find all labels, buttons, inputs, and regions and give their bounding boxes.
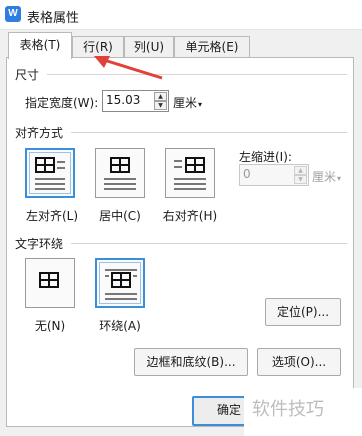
text-line [174,183,206,185]
width-label: 指定宽度(W): [25,96,99,110]
indent-unit-label: 厘米 [312,170,337,184]
tab-cell[interactable]: 单元格(E) [174,36,250,58]
position-button[interactable]: 定位(P)... [265,298,341,326]
indent-spinbox: ▲ ▼ [239,164,309,186]
align-left-option[interactable] [25,148,75,198]
width-input[interactable] [106,93,152,107]
table-wrap-icon [111,272,131,288]
align-left-label: 左对齐(L) [25,209,79,223]
alignment-section-rule [71,132,347,133]
wrap-none-option[interactable] [25,258,75,308]
text-line [35,188,65,190]
align-center-option[interactable] [95,148,145,198]
table-right-icon [185,157,205,173]
text-line [105,293,137,295]
tab-panel-table: 尺寸 指定宽度(W): ▲ ▼ 厘米▾ 对齐方式 左对齐(L) 居中(C) [6,57,354,427]
spin-up-icon[interactable]: ▲ [154,92,167,101]
text-line [104,188,136,190]
text-line [104,178,136,180]
wrap-around-option[interactable] [95,258,145,308]
text-line [104,183,136,185]
arrow-shaft [103,58,163,80]
size-section-label: 尺寸 [15,66,40,83]
table-standalone-icon [39,272,59,288]
width-unit-label: 厘米 [173,96,198,110]
indent-spin-buttons: ▲ ▼ [294,166,307,184]
spin-up-icon: ▲ [294,166,307,175]
text-line [105,269,137,271]
text-line [57,161,65,163]
spin-down-icon[interactable]: ▼ [154,101,167,110]
indent-label: 左缩进(I): [239,150,292,164]
annotation-arrow-icon [94,56,163,80]
text-line [105,298,137,300]
borders-shading-button[interactable]: 边框和底纹(B)... [134,348,248,376]
text-line [105,275,109,277]
indent-unit-dropdown: 厘米▾ [312,168,341,185]
wps-app-icon: W [5,6,21,22]
text-line [174,188,206,190]
text-line [174,160,182,162]
align-center-label: 居中(C) [99,209,141,223]
table-center-icon [110,157,130,173]
width-unit-dropdown[interactable]: 厘米▾ [173,94,202,111]
watermark-text: 软件技巧 [252,399,324,420]
width-spin-buttons: ▲ ▼ [154,92,167,110]
dialog-title: 表格属性 [27,11,80,26]
text-line [35,183,65,185]
text-line [57,167,65,169]
chevron-down-icon: ▾ [198,100,203,109]
title-bar: W 表格属性 [0,0,362,30]
indent-input [243,167,289,181]
wrap-none-label: 无(N) [34,319,66,333]
align-right-label: 右对齐(H) [162,209,218,223]
text-line [35,178,65,180]
wrap-around-label: 环绕(A) [99,319,141,333]
wrap-section-label: 文字环绕 [15,235,64,252]
tab-strip: 表格(T) 行(R) 列(U) 单元格(E) [0,30,362,59]
text-line [174,178,206,180]
text-line [133,275,137,277]
spin-down-icon: ▼ [294,175,307,184]
align-right-option[interactable] [165,148,215,198]
alignment-section-label: 对齐方式 [15,124,64,141]
options-button[interactable]: 选项(O)... [257,348,341,376]
chevron-down-icon: ▾ [337,174,342,183]
table-left-icon [35,157,55,173]
tab-table[interactable]: 表格(T) [8,32,72,59]
wrap-section-rule [71,243,347,244]
width-spinbox[interactable]: ▲ ▼ [102,90,169,112]
text-line [174,166,182,168]
